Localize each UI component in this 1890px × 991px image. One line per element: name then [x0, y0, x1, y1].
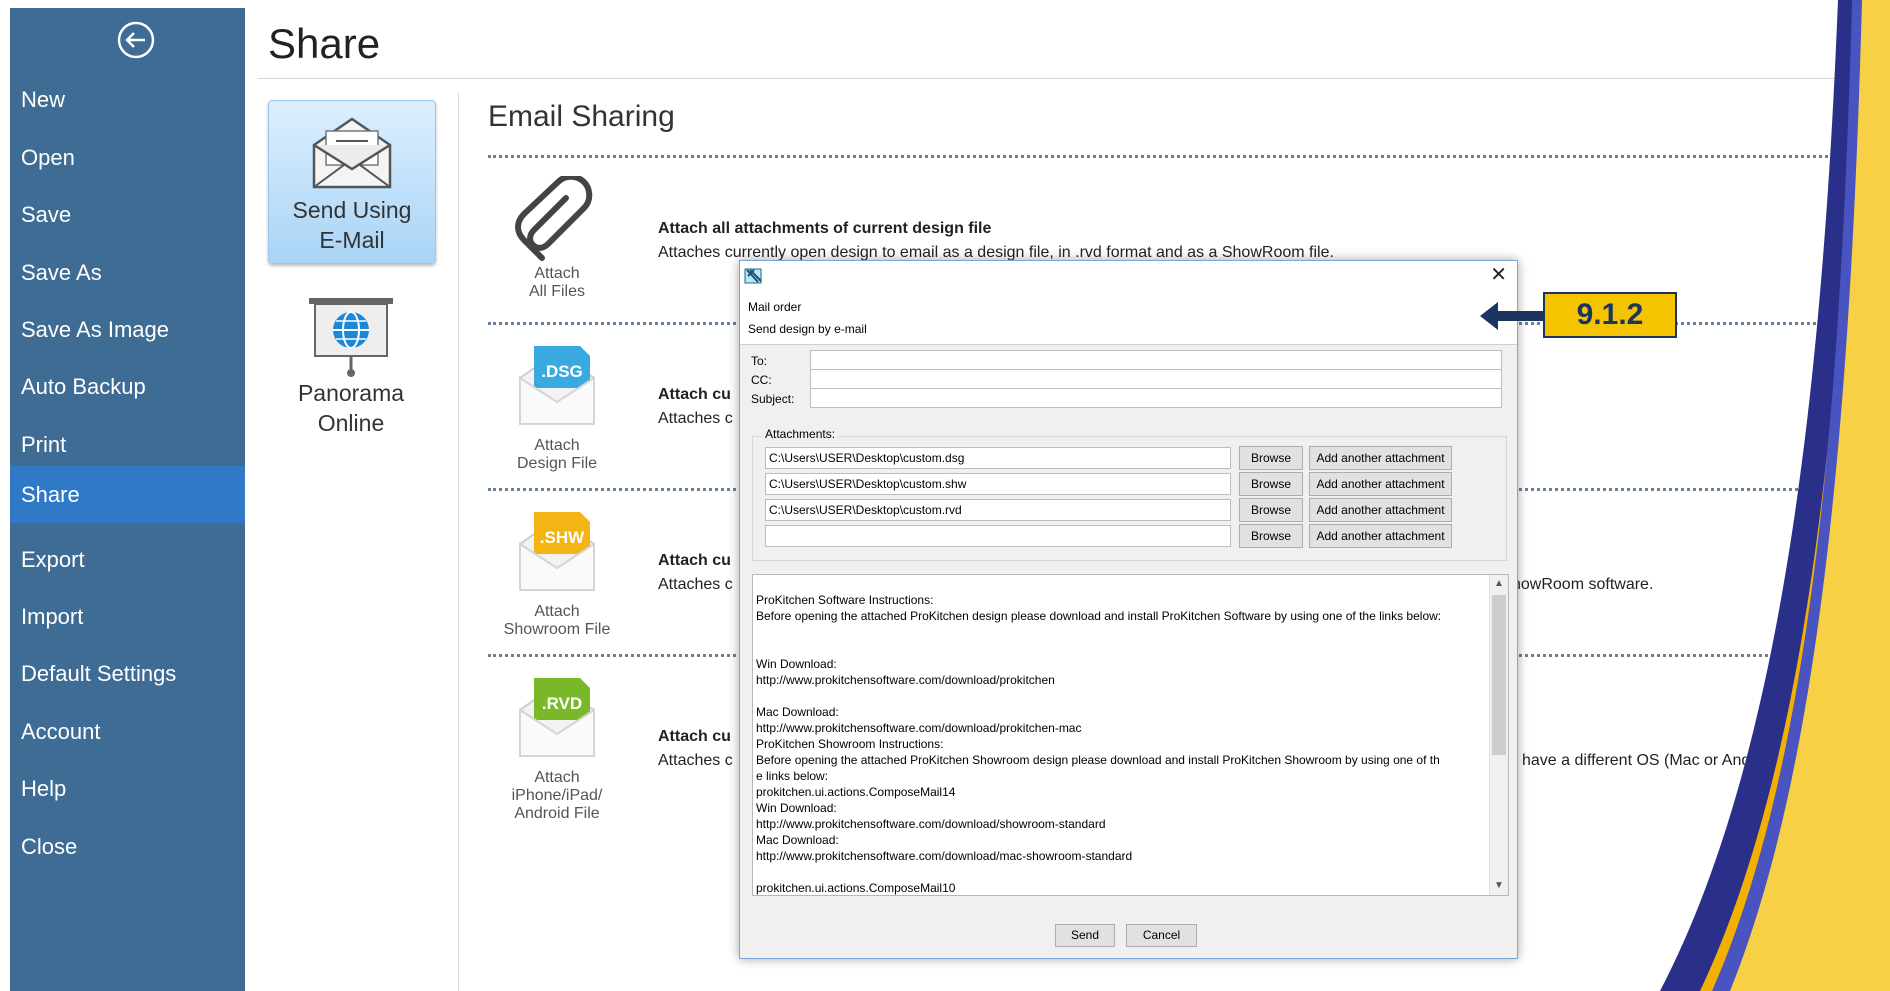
title-divider: [258, 78, 1873, 79]
dsg-file-icon: .DSG: [519, 346, 595, 425]
panorama-option-line2: Online: [317, 410, 385, 436]
attachment-path-field[interactable]: C:\Users\USER\Desktop\custom.shw: [765, 473, 1231, 495]
svg-text:.RVD: .RVD: [542, 694, 582, 713]
dialog-titlebar: ✕: [740, 261, 1517, 291]
vertical-scrollbar[interactable]: ▲ ▼: [1489, 575, 1508, 895]
option-description: Attaches c: [658, 752, 733, 769]
attach-mobile-file-button[interactable]: .RVD Attach iPhone/iPad/ Android File: [492, 676, 622, 823]
globe-presentation-icon: [309, 298, 393, 377]
dialog-header: Mail order Send design by e-mail: [740, 291, 1517, 345]
add-attachment-button[interactable]: Add another attachment: [1309, 524, 1452, 548]
attach-showroom-file-button[interactable]: .SHW Attach Showroom File: [492, 510, 622, 639]
option-description: Attaches c: [658, 410, 733, 427]
attach-showroom-line2: Showroom File: [503, 621, 611, 638]
panorama-online-button[interactable]: Panorama Online: [268, 290, 434, 440]
option-title: Attach cu: [658, 552, 731, 569]
email-icon: [312, 117, 392, 189]
attach-mobile-line1: Attach: [534, 769, 580, 786]
sidebar-item-save-as-image[interactable]: Save As Image: [10, 302, 245, 358]
app-icon: [744, 268, 762, 284]
mail-order-dialog: ✕ Mail order Send design by e-mail To: C…: [739, 260, 1518, 959]
attachment-path-field[interactable]: C:\Users\USER\Desktop\custom.dsg: [765, 447, 1231, 469]
paperclip-icon: [515, 173, 593, 261]
browse-button[interactable]: Browse: [1239, 498, 1303, 522]
scroll-thumb[interactable]: [1492, 595, 1506, 755]
shw-file-icon: .SHW: [519, 512, 595, 591]
rvd-file-icon: .RVD: [519, 678, 595, 757]
back-arrow-icon[interactable]: [116, 20, 156, 60]
sidebar-item-share[interactable]: Share: [10, 466, 245, 523]
attach-design-file-button[interactable]: .DSG Attach Design File: [492, 344, 622, 473]
attachment-path-field[interactable]: [765, 525, 1231, 547]
sidebar-item-auto-backup[interactable]: Auto Backup: [10, 359, 245, 415]
scroll-down-icon[interactable]: ▼: [1490, 877, 1508, 895]
sidebar-item-default-settings[interactable]: Default Settings: [10, 646, 245, 702]
attach-showroom-line1: Attach: [534, 603, 580, 620]
option-description-tail: howRoom software.: [1512, 576, 1654, 593]
sidebar-item-new[interactable]: New: [10, 72, 245, 128]
add-attachment-button[interactable]: Add another attachment: [1309, 498, 1452, 522]
sidebar-item-help[interactable]: Help: [10, 761, 245, 817]
send-button[interactable]: Send: [1055, 924, 1115, 947]
sidebar-item-print[interactable]: Print: [10, 417, 245, 473]
sidebar-item-save-as[interactable]: Save As: [10, 245, 245, 301]
message-body-text: ProKitchen Software Instructions: Before…: [756, 593, 1442, 895]
attach-all-line2: All Files: [528, 283, 585, 300]
cancel-button[interactable]: Cancel: [1126, 924, 1197, 947]
sidebar: New Open Save Save As Save As Image Auto…: [10, 8, 245, 991]
dialog-header-subtitle: Send design by e-mail: [748, 322, 867, 336]
sidebar-item-close[interactable]: Close: [10, 819, 245, 875]
sidebar-item-save[interactable]: Save: [10, 187, 245, 243]
close-icon[interactable]: ✕: [1490, 265, 1507, 285]
option-title: Attach cu: [658, 728, 731, 745]
send-using-email-button[interactable]: Send Using E-Mail: [268, 100, 436, 264]
message-body[interactable]: ProKitchen Software Instructions: Before…: [752, 574, 1509, 896]
option-description: Attaches c: [658, 576, 733, 593]
option-title: Attach cu: [658, 386, 731, 403]
add-attachment-button[interactable]: Add another attachment: [1309, 446, 1452, 470]
cc-field[interactable]: [810, 369, 1502, 389]
svg-text:.DSG: .DSG: [541, 362, 583, 381]
subject-field[interactable]: [810, 388, 1502, 408]
email-option-line1: Send Using: [292, 197, 412, 223]
sidebar-item-export[interactable]: Export: [10, 532, 245, 588]
to-label: To:: [751, 354, 768, 368]
browse-button[interactable]: Browse: [1239, 524, 1303, 548]
attach-all-files-button[interactable]: Attach All Files: [492, 173, 622, 301]
attach-all-line1: Attach: [534, 265, 580, 282]
attachments-label: Attachments:: [762, 427, 839, 441]
panorama-option-line1: Panorama: [297, 380, 405, 406]
page-title: Share: [268, 20, 381, 67]
section-title: Email Sharing: [488, 100, 675, 133]
to-field[interactable]: [810, 350, 1502, 370]
scroll-up-icon[interactable]: ▲: [1490, 575, 1508, 593]
attachment-path-field[interactable]: C:\Users\USER\Desktop\custom.rvd: [765, 499, 1231, 521]
options-divider: [458, 92, 459, 991]
add-attachment-button[interactable]: Add another attachment: [1309, 472, 1452, 496]
email-option-line2: E-Mail: [319, 227, 385, 253]
attach-design-line1: Attach: [534, 437, 580, 454]
svg-text:.SHW: .SHW: [540, 528, 585, 547]
attach-mobile-line2: iPhone/iPad/: [511, 787, 603, 804]
sidebar-item-account[interactable]: Account: [10, 704, 245, 760]
callout-arrow-icon: [1480, 302, 1546, 330]
browse-button[interactable]: Browse: [1239, 446, 1303, 470]
browse-button[interactable]: Browse: [1239, 472, 1303, 496]
option-title: Attach all attachments of current design…: [658, 220, 992, 237]
attach-mobile-line3: Android File: [514, 805, 600, 822]
step-callout-badge: 9.1.2: [1543, 292, 1677, 338]
cc-label: CC:: [751, 373, 772, 387]
attach-design-line2: Design File: [516, 455, 598, 472]
subject-label: Subject:: [751, 392, 795, 406]
decorative-swoosh: [1660, 0, 1890, 991]
dialog-header-title: Mail order: [748, 300, 802, 314]
sidebar-item-import[interactable]: Import: [10, 589, 245, 645]
sidebar-item-open[interactable]: Open: [10, 130, 245, 186]
